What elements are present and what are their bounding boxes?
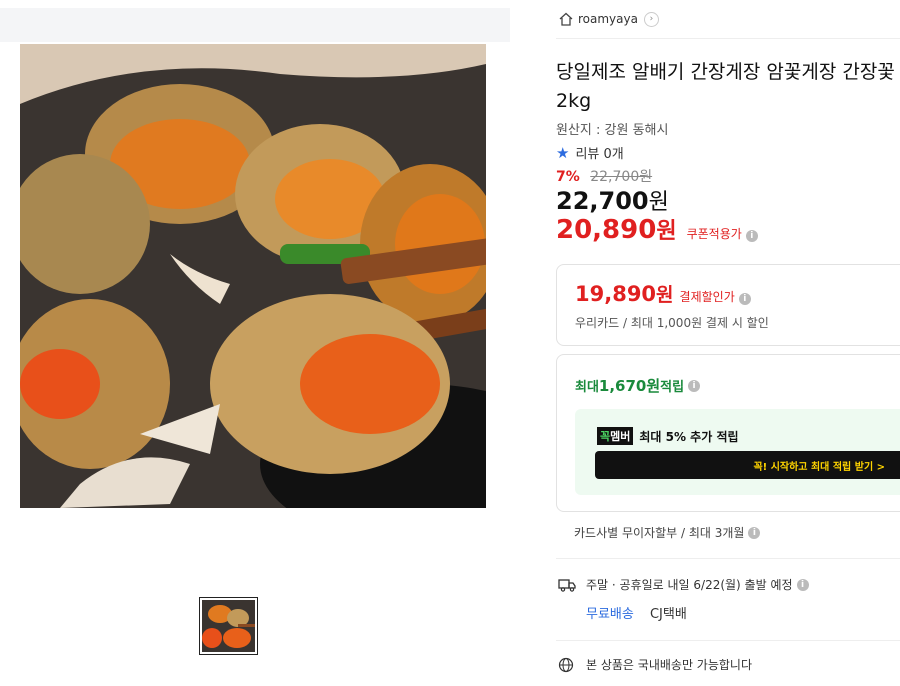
review-link[interactable]: ★ 리뷰 0개 <box>556 143 624 163</box>
info-icon[interactable]: i <box>748 526 761 539</box>
payment-discount-value: 19,890 <box>575 282 657 306</box>
crab-thumbnail-image <box>202 600 255 652</box>
member-signup-button[interactable]: 꼭! 시작하고 최대 적립 받기 > <box>595 451 900 479</box>
points-prefix: 최대 <box>575 380 599 395</box>
home-icon <box>559 12 573 26</box>
payment-discount-price: 19,890 원 결제할인가 i <box>575 280 751 307</box>
member-badge-g: 꼭 <box>600 430 611 443</box>
product-thumbnail[interactable] <box>199 597 258 655</box>
chevron-right-icon: › <box>643 11 659 27</box>
info-icon[interactable]: i <box>688 379 701 392</box>
member-promo-card: 꼭멤버 최대 5% 추가 적립 꼭! 시작하고 최대 적립 받기 > <box>575 409 900 495</box>
info-icon[interactable]: i <box>745 230 758 242</box>
divider <box>556 38 900 39</box>
sale-price: 22,700원 <box>556 184 669 216</box>
truck-icon <box>558 578 576 592</box>
sale-price-unit: 원 <box>648 190 669 215</box>
points-amount: 1,670원 <box>598 377 661 395</box>
product-info-panel: roamyaya › 당일제조 알배기 간장게장 암꽃게장 간장꽃 2kg 원산… <box>556 0 900 686</box>
payment-discount-box: 19,890 원 결제할인가 i 우리카드 / 최대 1,000원 결제 시 할인 <box>556 264 900 346</box>
shipping-schedule-text: 주말 · 공휴일로 내일 6/22(월) 출발 예정 <box>586 578 793 592</box>
shipping-method: 무료배송 CJ택배 <box>586 603 687 622</box>
points-box: 최대 1,670원 적립 i 꼭멤버 최대 5% 추가 적립 꼭! 시작하고 최… <box>556 354 900 512</box>
globe-icon <box>558 657 574 672</box>
points-suffix: 적립 <box>660 380 685 395</box>
coupon-price-label: 쿠폰적용가 <box>686 227 742 241</box>
product-title: 당일제조 알배기 간장게장 암꽃게장 간장꽃 <box>556 61 895 83</box>
product-main-image[interactable] <box>20 44 486 508</box>
review-count: 리뷰 0개 <box>575 147 624 162</box>
coupon-price-value: 20,890 <box>556 215 657 245</box>
payment-discount-unit: 원 <box>656 284 674 306</box>
discount-row: 7% 22,700원 <box>556 166 652 186</box>
max-points: 최대 1,670원 적립 i <box>575 375 701 396</box>
member-promo-text: 최대 5% 추가 적립 <box>639 429 739 444</box>
divider <box>556 640 900 641</box>
seller-link[interactable]: roamyaya › <box>558 9 659 29</box>
product-origin: 원산지 : 강원 동해시 <box>556 123 669 138</box>
seller-name: roamyaya <box>578 12 638 26</box>
shipping-schedule: 주말 · 공휴일로 내일 6/22(월) 출발 예정 i <box>558 576 809 593</box>
carrier-name: CJ택배 <box>649 607 687 622</box>
payment-discount-label: 결제할인가 <box>679 290 735 304</box>
top-gray-bar <box>0 8 510 42</box>
domestic-shipping-notice: 본 상품은 국내배송만 가능합니다 <box>558 656 752 673</box>
member-promo-row: 꼭멤버 최대 5% 추가 적립 <box>597 427 739 445</box>
product-title-line2: 2kg <box>556 90 592 112</box>
member-badge: 꼭멤버 <box>597 427 634 445</box>
member-badge-text: 멤버 <box>610 430 631 443</box>
discount-rate: 7% <box>556 169 580 185</box>
domestic-notice-text: 본 상품은 국내배송만 가능합니다 <box>586 658 753 672</box>
original-price: 22,700원 <box>590 169 653 185</box>
crab-photo <box>20 44 486 508</box>
coupon-price: 20,890 원 쿠폰적용가 i <box>556 213 758 245</box>
info-icon[interactable]: i <box>796 578 809 591</box>
star-icon: ★ <box>556 143 570 162</box>
payment-discount-description: 우리카드 / 최대 1,000원 결제 시 할인 <box>575 316 769 330</box>
installment-info: 카드사별 무이자할부 / 최대 3개월 i <box>574 524 761 541</box>
sale-price-value: 22,700 <box>556 187 649 215</box>
coupon-price-unit: 원 <box>656 219 677 244</box>
divider <box>556 558 900 559</box>
installment-text: 카드사별 무이자할부 / 최대 3개월 <box>574 526 745 540</box>
info-icon[interactable]: i <box>738 293 751 305</box>
free-shipping-label: 무료배송 <box>586 607 634 622</box>
